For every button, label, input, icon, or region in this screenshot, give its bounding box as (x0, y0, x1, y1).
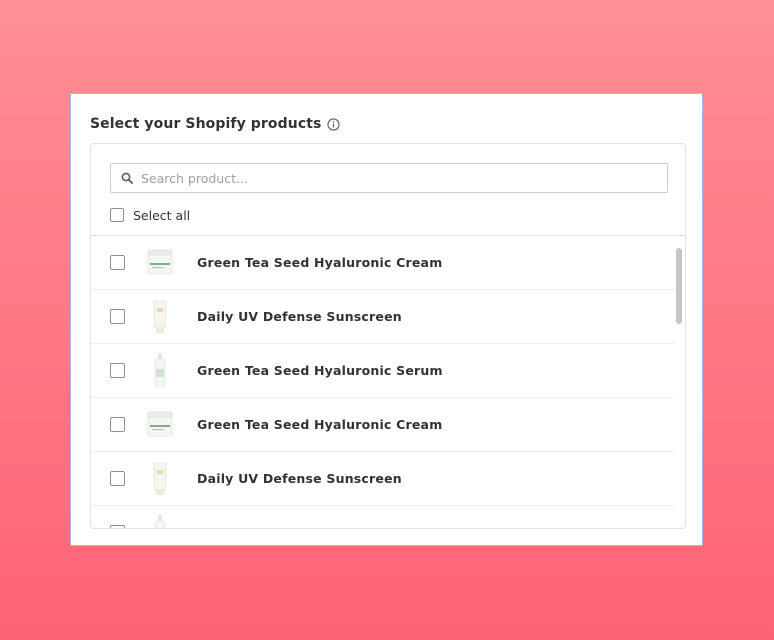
select-all-checkbox[interactable] (110, 208, 124, 222)
select-all-label: Select all (133, 207, 191, 223)
sunscreen-tube-icon (145, 459, 175, 499)
search-icon (121, 172, 133, 184)
sunscreen-tube-icon (145, 297, 175, 337)
serum-bottle-icon (145, 351, 175, 391)
product-row[interactable]: Green Tea Seed Hyaluronic Cream (91, 236, 675, 290)
search-input[interactable] (141, 170, 641, 186)
panel-header: Select all (91, 144, 685, 236)
dialog-title: Select your Shopify products (90, 116, 322, 132)
info-circle-icon[interactable] (327, 117, 341, 131)
product-picker-card: Select your Shopify products Select all (70, 93, 703, 546)
product-checkbox[interactable] (110, 471, 125, 486)
product-list: Green Tea Seed Hyaluronic Cream Daily UV… (91, 236, 675, 528)
product-checkbox[interactable] (110, 363, 125, 378)
product-checkbox[interactable] (110, 255, 125, 270)
cream-jar-icon (145, 243, 175, 283)
product-row[interactable]: Green Tea Seed Hyaluronic Serum (91, 344, 675, 398)
search-box[interactable] (110, 163, 668, 193)
product-row[interactable]: Daily UV Defense Sunscreen (91, 452, 675, 506)
product-checkbox[interactable] (110, 309, 125, 324)
product-row[interactable]: Daily UV Defense Sunscreen (91, 290, 675, 344)
product-list-panel: Select all Green Tea Seed Hyaluronic Cre… (90, 143, 686, 529)
cream-jar-icon (145, 405, 175, 445)
select-all-row[interactable]: Select all (110, 207, 190, 223)
product-name: Green Tea Seed Hyaluronic Serum (197, 363, 443, 378)
title-row: Select your Shopify products (90, 115, 341, 133)
scrollbar-thumb[interactable] (676, 248, 682, 324)
list-scrollbar[interactable] (674, 236, 685, 528)
product-checkbox[interactable] (110, 417, 125, 432)
product-checkbox[interactable] (110, 525, 125, 528)
product-name: Green Tea Seed Hyaluronic Cream (197, 417, 443, 432)
product-row[interactable]: Green Tea Seed Hyaluronic Cream (91, 398, 675, 452)
product-name: Green Tea Seed Hyaluronic Cream (197, 255, 443, 270)
product-name: Daily UV Defense Sunscreen (197, 471, 402, 486)
product-row[interactable] (91, 506, 675, 528)
product-name: Daily UV Defense Sunscreen (197, 309, 402, 324)
serum-bottle-icon (145, 513, 175, 528)
